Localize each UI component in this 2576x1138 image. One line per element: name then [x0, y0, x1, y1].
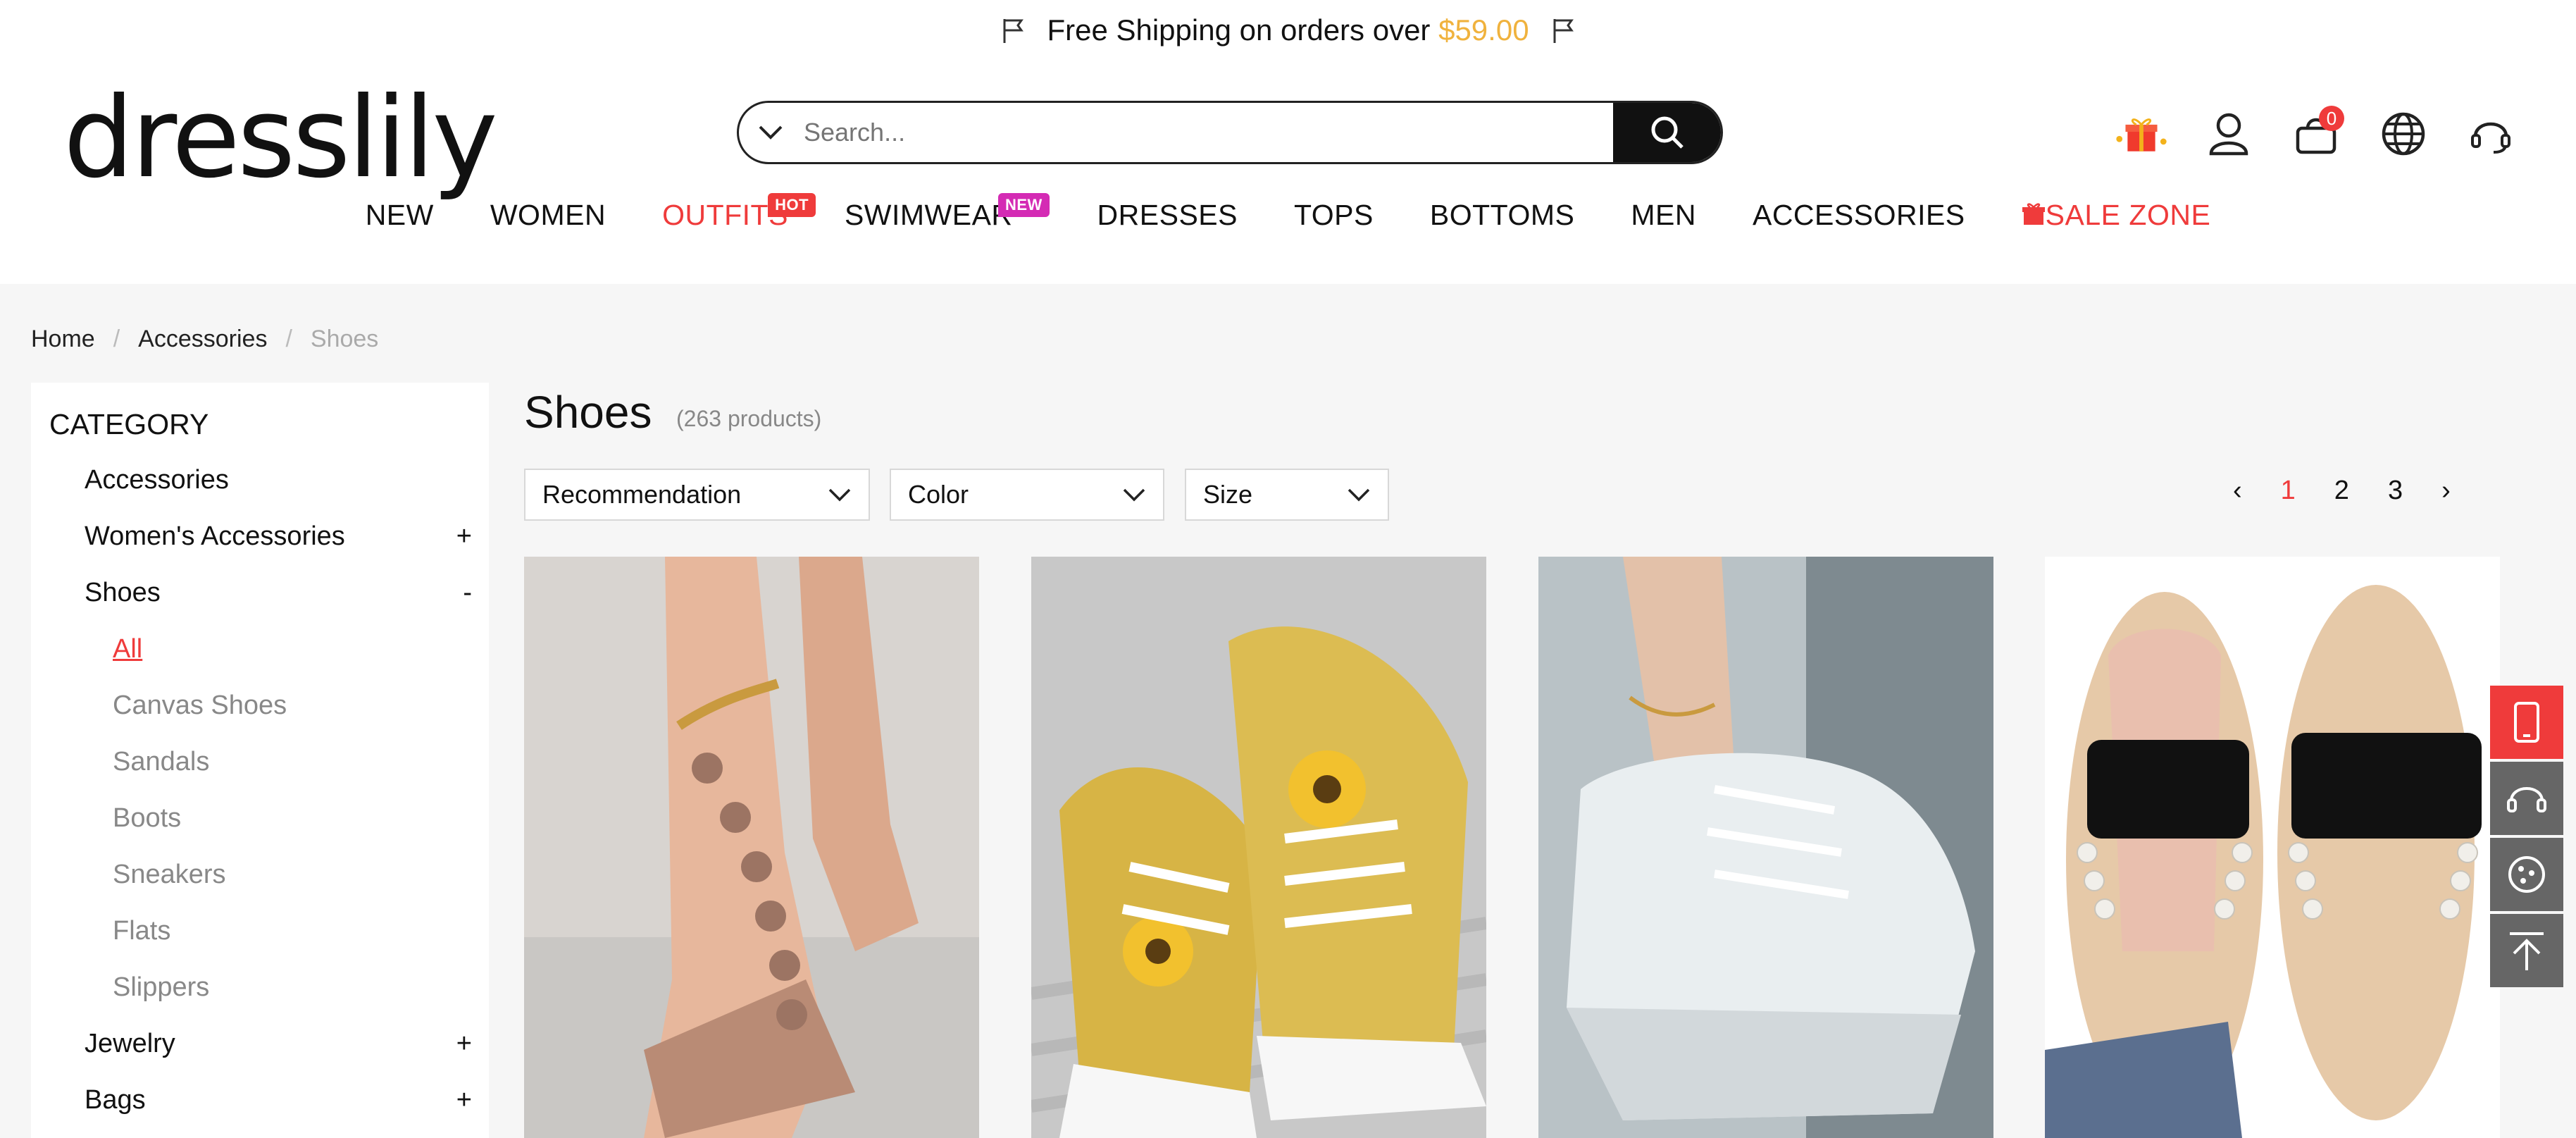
site-logo[interactable]: dresslily	[63, 82, 498, 194]
cart-button[interactable]: 0	[2288, 106, 2344, 162]
page-1-button[interactable]: 1	[2281, 476, 2296, 506]
sidebar-subitem-canvas-shoes[interactable]: Canvas Shoes	[113, 691, 287, 721]
flower-sandal-image	[524, 557, 979, 1138]
product-card-image[interactable]	[524, 557, 979, 1138]
chevron-down-icon	[828, 488, 851, 502]
expand-toggle[interactable]: +	[456, 1085, 472, 1115]
pagination: ‹ 1 2 3 ›	[2233, 476, 2451, 506]
sidebar-item-bags[interactable]: Bags +	[85, 1085, 472, 1115]
product-card-image[interactable]	[1031, 557, 1486, 1138]
cookie-icon	[2508, 856, 2545, 893]
main-nav: NEW WOMEN OUTFITS HOT SWIMWEAR NEW DRESSES…	[0, 193, 2576, 232]
color-filter-dropdown[interactable]: Color	[890, 469, 1164, 521]
next-page-button[interactable]: ›	[2441, 476, 2451, 506]
category-title: CATEGORY	[49, 408, 209, 440]
sidebar-subitem-flats[interactable]: Flats	[113, 916, 170, 946]
nav-item-dresses[interactable]: DRESSES	[1097, 199, 1238, 232]
breadcrumb-current: Shoes	[310, 326, 379, 352]
category-sidebar: CATEGORY Accessories Women's Accessories…	[31, 383, 489, 1138]
search-bar	[737, 101, 1723, 164]
product-card-image[interactable]	[2045, 557, 2500, 1138]
sidebar-subitem-sneakers[interactable]: Sneakers	[113, 860, 226, 890]
page-title: Shoes	[524, 387, 652, 438]
nav-item-swimwear[interactable]: SWIMWEAR NEW	[845, 193, 1050, 232]
lace-sneaker-image	[1538, 557, 1993, 1138]
search-button[interactable]	[1613, 103, 1721, 162]
product-card-image[interactable]	[1538, 557, 1993, 1138]
promo-amount: $59.00	[1438, 13, 1529, 47]
globe-icon	[2382, 112, 2425, 156]
site-header: dresslily Search... 0 NEW WOMEN OUTFITS …	[0, 60, 2576, 284]
account-button[interactable]	[2201, 106, 2257, 162]
breadcrumb: Home / Accessories / Shoes	[31, 326, 378, 353]
sidebar-item-shoes[interactable]: Shoes -	[85, 578, 472, 608]
flag-icon	[1553, 18, 1574, 43]
pearl-slipper-image	[2045, 557, 2500, 1138]
sidebar-subitem-slippers[interactable]: Slippers	[113, 972, 209, 1003]
sidebar-item-accessories[interactable]: Accessories	[85, 465, 472, 495]
cart-count-badge: 0	[2319, 106, 2344, 131]
nav-item-sale-zone[interactable]: SALE ZONE	[2022, 199, 2211, 232]
product-count: (263 products)	[676, 406, 822, 431]
sidebar-subitem-boots[interactable]: Boots	[113, 803, 181, 834]
gift-button[interactable]	[2113, 106, 2170, 162]
sort-dropdown[interactable]: Recommendation	[524, 469, 870, 521]
mobile-app-button[interactable]	[2490, 686, 2563, 759]
sidebar-subitem-sandals[interactable]: Sandals	[113, 747, 209, 777]
search-input[interactable]	[802, 117, 1613, 148]
nav-item-outfits[interactable]: OUTFITS HOT	[662, 193, 816, 232]
size-filter-dropdown[interactable]: Size	[1185, 469, 1389, 521]
page-3-button[interactable]: 3	[2388, 476, 2403, 506]
back-to-top-button[interactable]	[2490, 914, 2563, 987]
nav-item-new[interactable]: NEW	[366, 199, 434, 232]
language-button[interactable]	[2375, 106, 2432, 162]
breadcrumb-separator: /	[285, 326, 292, 352]
search-icon	[1651, 116, 1684, 149]
headset-icon	[2507, 787, 2546, 812]
breadcrumb-accessories[interactable]: Accessories	[138, 326, 267, 353]
collapse-toggle[interactable]: -	[463, 578, 472, 608]
support-button[interactable]	[2463, 106, 2519, 162]
expand-toggle[interactable]: +	[456, 1029, 472, 1059]
nav-item-women[interactable]: WOMEN	[490, 199, 606, 232]
sidebar-item-womens-accessories[interactable]: Women's Accessories +	[85, 521, 472, 552]
header-icons: 0	[2113, 106, 2519, 162]
promo-bar: Free Shipping on orders over $59.00	[0, 0, 2576, 60]
nav-item-men[interactable]: MEN	[1631, 199, 1696, 232]
breadcrumb-home[interactable]: Home	[31, 326, 95, 353]
hot-badge: HOT	[768, 193, 816, 217]
phone-icon	[2514, 702, 2539, 743]
nav-item-bottoms[interactable]: BOTTOMS	[1430, 199, 1574, 232]
sidebar-subitem-all[interactable]: All	[113, 634, 142, 664]
arrow-up-icon	[2510, 932, 2544, 970]
sidebar-item-jewelry[interactable]: Jewelry +	[85, 1029, 472, 1059]
breadcrumb-separator: /	[113, 326, 120, 352]
floating-toolbar	[2490, 686, 2563, 990]
search-category-dropdown[interactable]	[739, 103, 802, 162]
nav-item-accessories[interactable]: ACCESSORIES	[1753, 199, 1965, 232]
gift-icon	[2116, 118, 2167, 151]
nav-item-tops[interactable]: TOPS	[1294, 199, 1374, 232]
headset-icon	[2471, 122, 2510, 154]
prev-page-button[interactable]: ‹	[2233, 476, 2242, 506]
flag-icon	[1003, 18, 1024, 43]
expand-toggle[interactable]: +	[456, 521, 472, 552]
gift-icon	[2022, 203, 2045, 225]
support-float-button[interactable]	[2490, 762, 2563, 835]
promo-text: Free Shipping on orders over	[1047, 13, 1431, 47]
cookie-settings-button[interactable]	[2490, 838, 2563, 911]
new-badge: NEW	[997, 193, 1050, 217]
chevron-down-icon	[759, 125, 783, 140]
page-2-button[interactable]: 2	[2334, 476, 2349, 506]
user-icon	[2209, 113, 2248, 156]
sunflower-sneaker-image	[1031, 557, 1486, 1138]
chevron-down-icon	[1123, 488, 1145, 502]
chevron-down-icon	[1348, 488, 1370, 502]
